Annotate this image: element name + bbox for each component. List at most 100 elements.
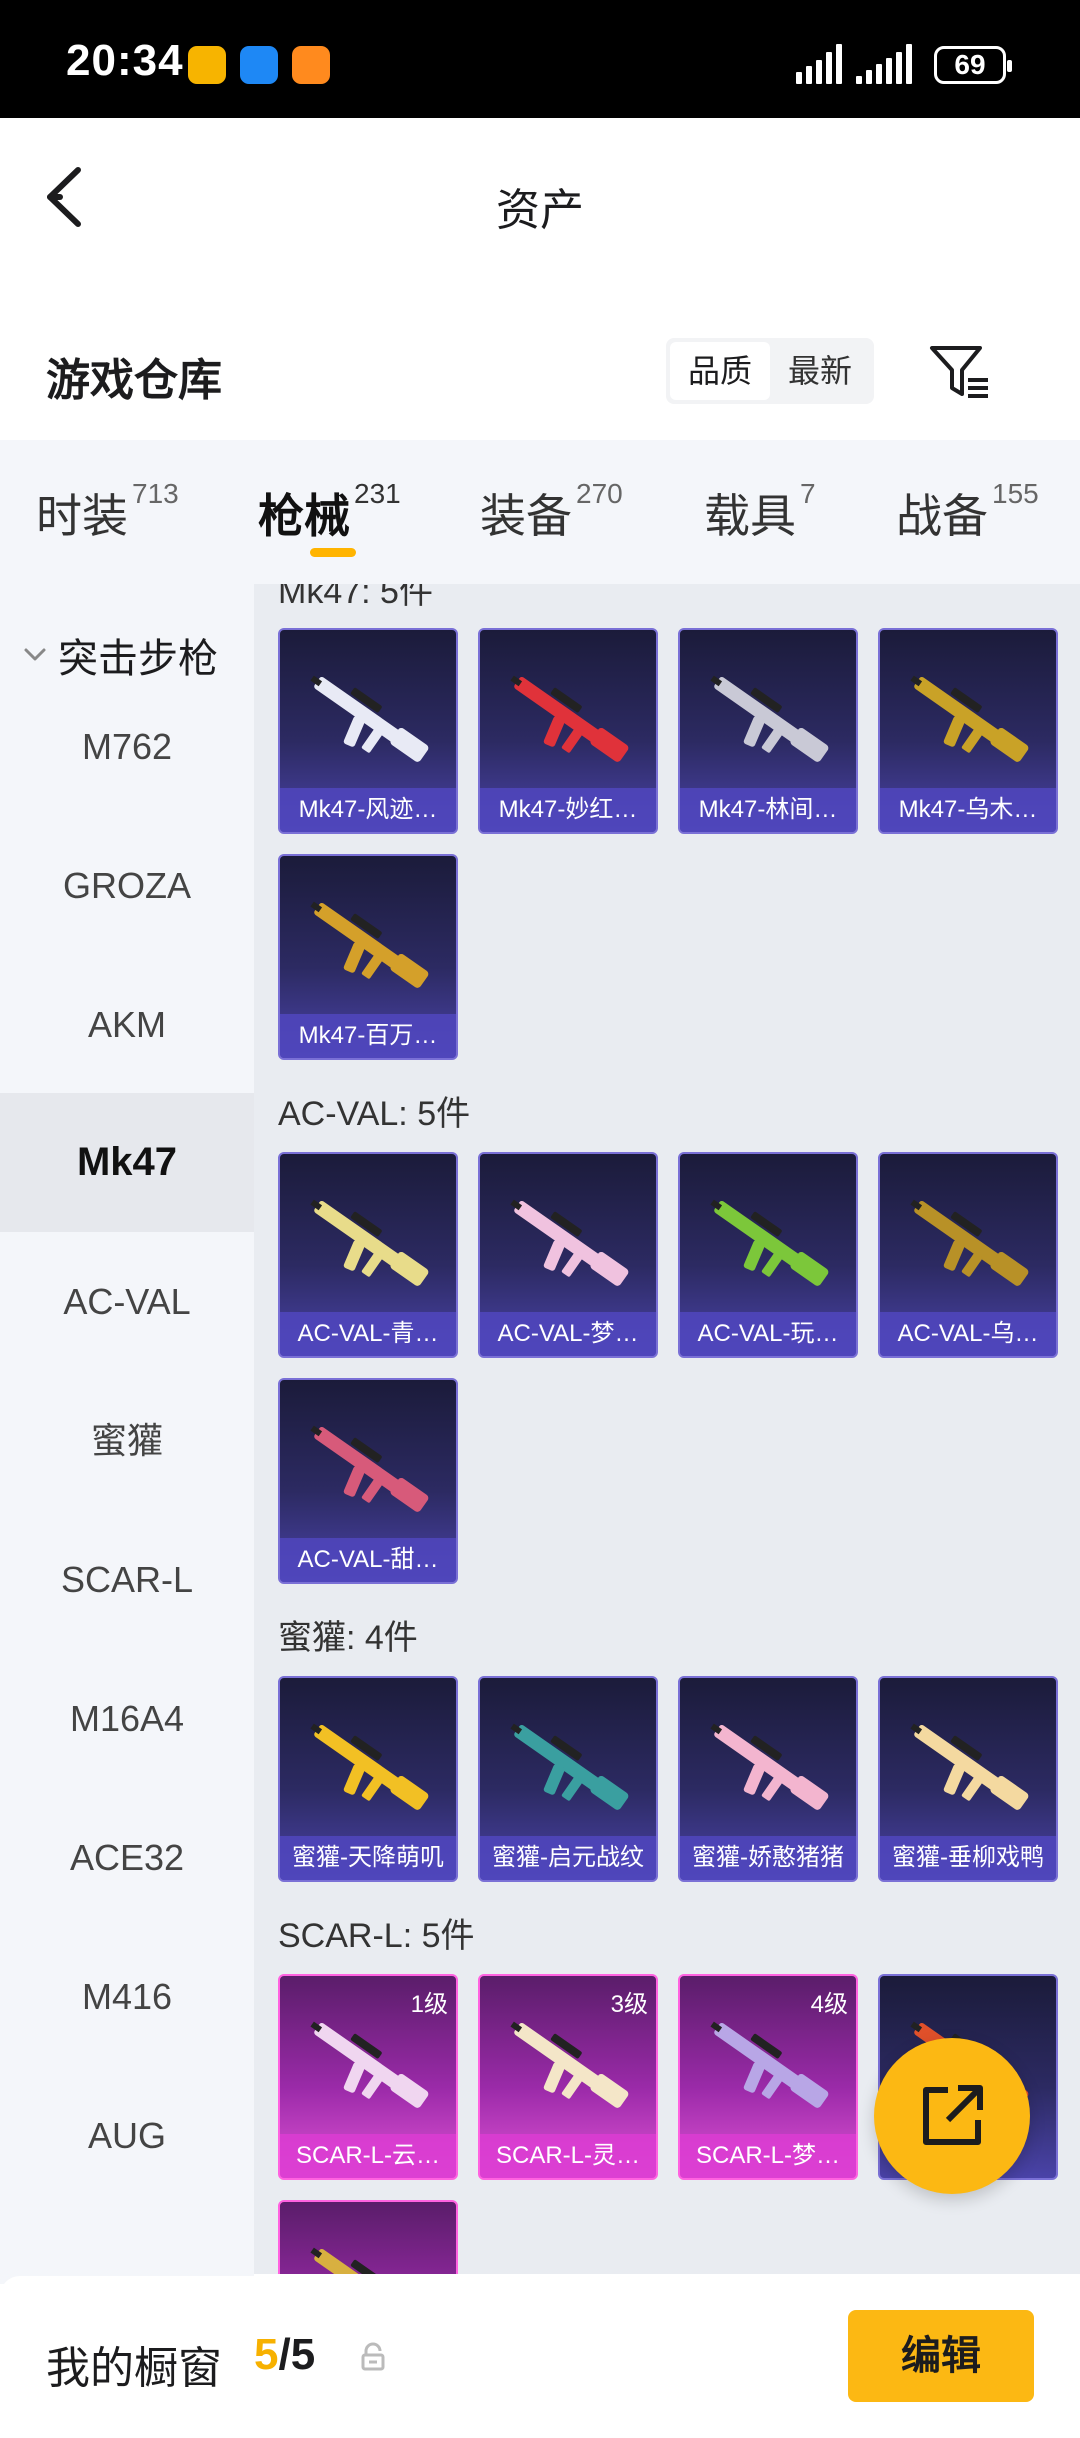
section-label: AC-VAL: 5件 (278, 1095, 471, 1133)
skin-name: SCAR-L-灵… (480, 2134, 656, 2178)
sidebar-item-m762[interactable]: M762 (0, 677, 254, 816)
filter-button[interactable] (928, 342, 992, 402)
sidebar-item-m16a4[interactable]: M16A4 (0, 1649, 254, 1788)
sidebar-item-mk47[interactable]: Mk47 (0, 1093, 254, 1232)
rifle-icon (510, 1199, 629, 1286)
rifle-icon (510, 675, 629, 762)
rifle-icon (910, 675, 1029, 762)
skin-card[interactable]: Mk47-乌木… (878, 628, 1058, 834)
section-label: SCAR-L: 5件 (278, 1917, 475, 1955)
tab-vehicles[interactable]: 载具 7 (704, 478, 816, 546)
showcase-count: 5/5 (254, 2330, 315, 2380)
sidebar-item-groza[interactable]: GROZA (0, 816, 254, 955)
skin-name: AC-VAL-乌… (880, 1312, 1056, 1356)
skin-name: SCAR-L-梦… (680, 2134, 856, 2178)
sidebar-group-label: 突击步枪 (58, 637, 218, 681)
rifle-icon (710, 1723, 829, 1810)
tab-equipment[interactable]: 装备 270 (480, 478, 623, 546)
sidebar-group-assault-rifles[interactable]: 突击步枪 (20, 626, 218, 684)
sort-option-quality[interactable]: 品质 (670, 342, 770, 400)
active-tab-indicator (310, 548, 356, 557)
rifle-icon (710, 675, 829, 762)
rifle-icon (910, 1199, 1029, 1286)
skin-card[interactable]: AC-VAL-梦… (478, 1152, 658, 1358)
skin-name: AC-VAL-梦… (480, 1312, 656, 1356)
skin-card[interactable]: AC-VAL-甜… (278, 1378, 458, 1584)
tab-count: 713 (132, 478, 179, 509)
weapon-sidebar: 突击步枪 M762 GROZA AKM Mk47 AC-VAL 蜜獾 SCAR-… (0, 584, 254, 2284)
skin-name: Mk47-百万… (280, 1014, 456, 1058)
sidebar-item-scar-l[interactable]: SCAR-L (0, 1510, 254, 1649)
skin-card[interactable]: Mk47-妙红… (478, 628, 658, 834)
skin-card[interactable]: 3级 SCAR-L-灵… (478, 1974, 658, 2180)
skin-grid: Mk47: 5件 AC-VAL: 5件 蜜獾: 4件 SCAR-L: 5件 Mk… (254, 584, 1080, 2274)
skin-card[interactable]: 4级 SCAR-L-梦… (678, 1974, 858, 2180)
rifle-icon (310, 1199, 429, 1286)
tab-label: 载具 (704, 490, 796, 542)
skin-card[interactable] (278, 2200, 458, 2274)
status-time: 20:34 (66, 36, 184, 85)
tab-fashion[interactable]: 时装 713 (36, 478, 179, 546)
rifle-icon (510, 2021, 629, 2108)
rifle-icon (310, 2247, 419, 2274)
signal-icon (796, 44, 844, 84)
showcase-bar: 我的橱窗 5/5 编辑 (0, 2276, 1080, 2438)
skin-card[interactable]: Mk47-林间… (678, 628, 858, 834)
skin-name: Mk47-妙红… (480, 788, 656, 832)
sidebar-item-m416[interactable]: M416 (0, 1927, 254, 2066)
sort-option-latest[interactable]: 最新 (770, 342, 870, 400)
rifle-icon (910, 1723, 1029, 1810)
skin-card[interactable]: Mk47-百万… (278, 854, 458, 1060)
signal-icon (856, 44, 918, 84)
sidebar-item-aug[interactable]: AUG (0, 2066, 254, 2205)
showcase-count-total: /5 (278, 2330, 316, 2379)
skin-level-badge: 4级 (810, 1991, 848, 2018)
sort-toggle: 品质 最新 (666, 338, 874, 404)
skin-card[interactable]: AC-VAL-青… (278, 1152, 458, 1358)
tab-label: 枪械 (258, 490, 350, 542)
skin-name: Mk47-林间… (680, 788, 856, 832)
skin-name: AC-VAL-青… (280, 1312, 456, 1356)
skin-name: AC-VAL-玩… (680, 1312, 856, 1356)
sidebar-item-ace32[interactable]: ACE32 (0, 1788, 254, 1927)
tab-label: 装备 (480, 490, 572, 542)
skin-card[interactable]: 蜜獾-娇憨猪猪 (678, 1676, 858, 1882)
tab-firearms[interactable]: 枪械 231 (258, 478, 401, 546)
share-button[interactable] (874, 2038, 1030, 2194)
edit-button[interactable]: 编辑 (848, 2310, 1034, 2402)
rifle-icon (710, 1199, 829, 1286)
sidebar-item-honey-badger[interactable]: 蜜獾 (0, 1371, 254, 1510)
warehouse-header: 游戏仓库 品质 最新 (0, 300, 1080, 440)
tab-count: 231 (354, 478, 401, 509)
section-label: 蜜獾: 4件 (278, 1619, 418, 1657)
sidebar-item-ac-val[interactable]: AC-VAL (0, 1232, 254, 1371)
skin-card[interactable]: 1级 SCAR-L-云… (278, 1974, 458, 2180)
rifle-icon (310, 2021, 429, 2108)
rifle-icon (710, 2021, 829, 2108)
category-tabs: 时装 713 枪械 231 装备 270 载具 7 战备 155 (0, 440, 1080, 584)
tab-count: 270 (576, 478, 623, 509)
skin-name: AC-VAL-甜… (280, 1538, 456, 1582)
skin-card[interactable]: 蜜獾-启元战纹 (478, 1676, 658, 1882)
skin-card[interactable]: AC-VAL-乌… (878, 1152, 1058, 1358)
skin-card[interactable]: AC-VAL-玩… (678, 1152, 858, 1358)
skin-name: 蜜獾-娇憨猪猪 (680, 1836, 856, 1880)
skin-name: Mk47-风迹… (280, 788, 456, 832)
filter-icon (930, 346, 988, 398)
chevron-down-icon (24, 648, 46, 661)
nav-bar: 资产 (0, 118, 1080, 278)
showcase-count-current: 5 (254, 2330, 279, 2379)
tab-supplies[interactable]: 战备 155 (896, 478, 1039, 546)
notification-app-icon (188, 46, 226, 84)
sidebar-item-akm[interactable]: AKM (0, 955, 254, 1094)
rifle-icon (310, 1723, 429, 1810)
skin-card[interactable]: Mk47-风迹… (278, 628, 458, 834)
skin-name: 蜜獾-垂柳戏鸭 (880, 1836, 1056, 1880)
notification-app-icon (240, 46, 278, 84)
skin-name: Mk47-乌木… (880, 788, 1056, 832)
skin-level-badge: 3级 (610, 1991, 648, 2018)
skin-card[interactable]: 蜜獾-天降萌叽 (278, 1676, 458, 1882)
lock-icon (361, 2342, 385, 2371)
skin-card[interactable]: 蜜獾-垂柳戏鸭 (878, 1676, 1058, 1882)
rifle-icon (310, 675, 429, 762)
